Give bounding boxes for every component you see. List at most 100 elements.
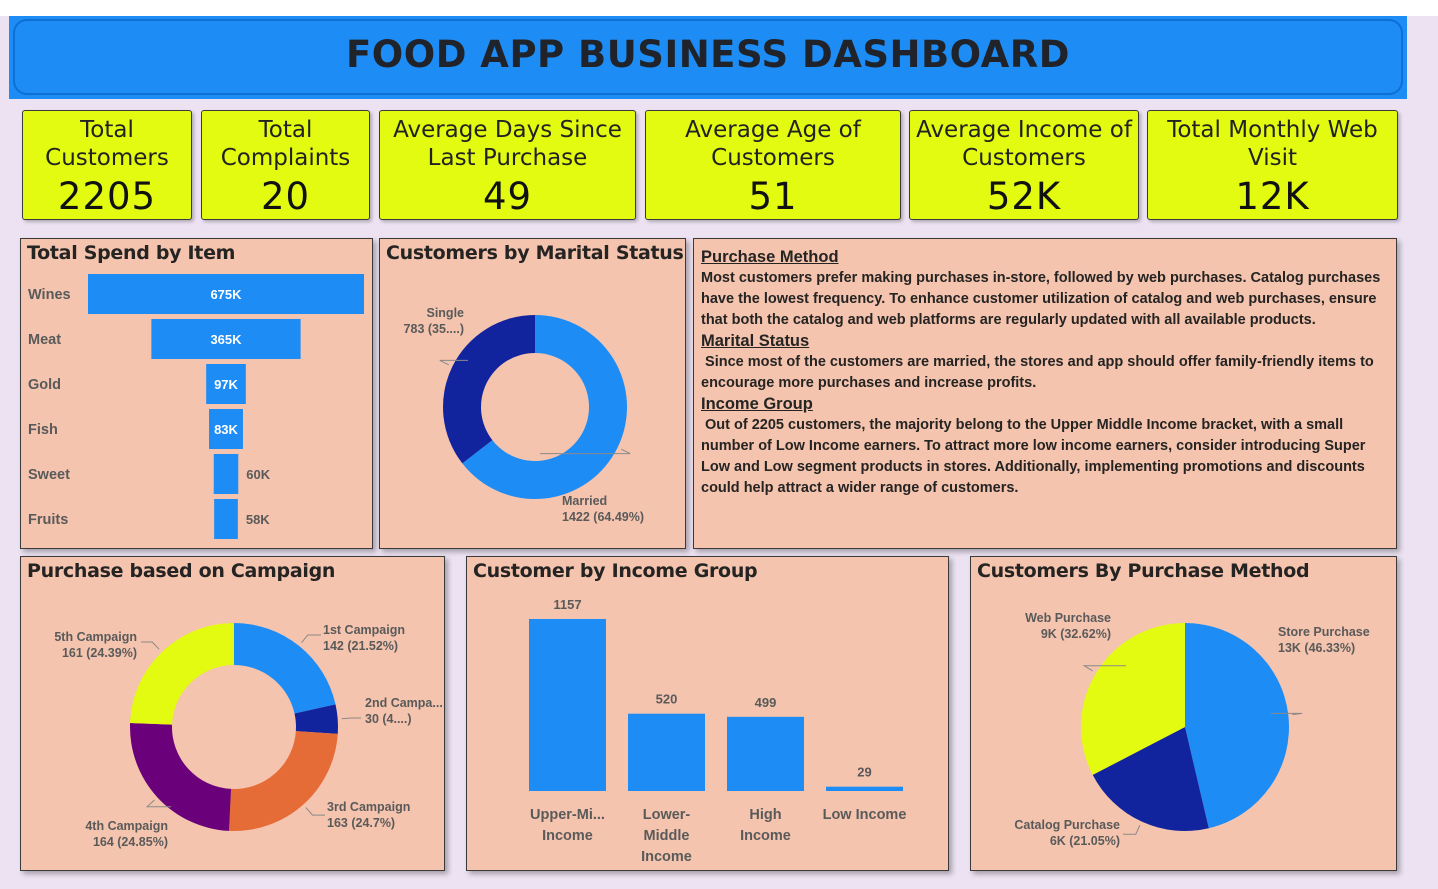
income-category-label: Low Income: [823, 807, 907, 823]
slice-value-label: 163 (24.7%): [327, 816, 395, 830]
spend-value-label: 97K: [214, 377, 238, 392]
heading-purchase-method: Purchase Method: [701, 248, 839, 266]
kpi-label: Average Income of Customers: [916, 117, 1132, 171]
income-category-label: Lower-: [643, 807, 691, 823]
slice-label: 1st Campaign: [323, 623, 405, 637]
leader-line: [301, 634, 321, 644]
spend-category-label: Sweet: [28, 467, 70, 483]
spend-value-label: 365K: [210, 332, 242, 347]
slice-value-label: 142 (21.52%): [323, 639, 398, 653]
purchase-method-chart: Store Purchase 13K (46.33%) Catalog Purcha…: [1014, 611, 1370, 848]
kpi-card-avg-age[interactable]: Average Age of Customers 51: [645, 110, 901, 220]
spend-bar: [213, 454, 239, 494]
kpi-value: 51: [748, 175, 798, 218]
slice-label: 4th Campaign: [85, 819, 168, 833]
slice-label: 3rd Campaign: [327, 800, 410, 814]
leader-line: [1123, 824, 1141, 835]
kpi-card-avg-days-since-purchase[interactable]: Average Days Since Last Purchase 49: [379, 110, 636, 220]
title-banner: FOOD APP BUSINESS DASHBOARD: [9, 16, 1407, 99]
kpi-card-total-complaints[interactable]: Total Complaints 20: [201, 110, 370, 220]
slice-value-label: 13K (46.33%): [1278, 641, 1355, 655]
pie-slice: [130, 623, 234, 725]
pie-slice: [130, 723, 232, 831]
kpi-label: Total Customers: [45, 117, 169, 171]
title-banner-inner: FOOD APP BUSINESS DASHBOARD: [13, 19, 1403, 95]
slice-label: 5th Campaign: [54, 630, 137, 644]
text-income-group: Out of 2205 customers, the majority belo…: [701, 417, 1370, 496]
panel-marital-status[interactable]: Customers by Marital Status Married 1422 …: [379, 238, 686, 549]
leader-line: [341, 717, 361, 720]
insights-text: Purchase Method Most customers prefer ma…: [701, 247, 1390, 499]
income-category-label: Income: [641, 849, 692, 865]
heading-income-group: Income Group: [701, 395, 813, 413]
spend-value-label: 60K: [246, 467, 270, 482]
page-title: FOOD APP BUSINESS DASHBOARD: [346, 33, 1070, 76]
pie-slice: [443, 315, 535, 464]
kpi-card-monthly-web-visit[interactable]: Total Monthly Web Visit 12K: [1147, 110, 1398, 220]
campaign-chart: 1st Campaign 142 (21.52%) 2nd Campa... 30 (…: [54, 623, 443, 849]
income-value-label: 1157: [553, 597, 581, 612]
income-category-label: Income: [740, 828, 791, 844]
kpi-label: Average Days Since Last Purchase: [393, 117, 622, 171]
pie-slice: [234, 623, 336, 714]
spend-value-label: 83K: [214, 422, 238, 437]
slice-label: Store Purchase: [1278, 625, 1370, 639]
spend-category-label: Meat: [28, 332, 61, 348]
kpi-card-total-customers[interactable]: Total Customers 2205: [22, 110, 192, 220]
leader-line: [141, 641, 160, 650]
panel-income-group[interactable]: Customer by Income Group 1157 Upper-Mi...…: [466, 556, 949, 871]
kpi-value: 49: [482, 175, 533, 218]
slice-label: Catalog Purchase: [1014, 818, 1120, 832]
income-category-label: Upper-Mi...: [530, 807, 605, 823]
top-strip: [0, 0, 1438, 16]
kpi-card-avg-income[interactable]: Average Income of Customers 52K: [909, 110, 1139, 220]
kpi-label: Total Monthly Web Visit: [1167, 117, 1378, 171]
income-bar: [727, 716, 804, 791]
spend-category-label: Fruits: [28, 512, 68, 528]
slice-label: Single: [426, 306, 464, 320]
income-value-label: 499: [755, 695, 777, 710]
slice-value-label: 783 (35....): [404, 322, 464, 336]
pie-slice: [229, 731, 338, 831]
income-bar: [529, 619, 606, 791]
marital-chart: Married 1422 (64.49%) Single 783 (35....): [404, 306, 644, 524]
spend-category-label: Fish: [28, 422, 58, 438]
income-category-label: Income: [542, 828, 593, 844]
income-value-label: 29: [857, 765, 871, 780]
slice-value-label: 161 (24.39%): [62, 646, 137, 660]
income-category-label: High: [749, 807, 781, 823]
kpi-value: 2205: [57, 175, 157, 218]
panel-insights: Purchase Method Most customers prefer ma…: [693, 238, 1397, 549]
kpi-value: 20: [260, 175, 311, 218]
spend-category-label: Wines: [28, 287, 71, 303]
kpi-value: 12K: [1235, 175, 1310, 218]
slice-value-label: 9K (32.62%): [1041, 627, 1111, 641]
kpi-label: Total Complaints: [220, 117, 351, 171]
slice-value-label: 164 (24.85%): [93, 835, 168, 849]
spend-value-label: 58K: [246, 512, 270, 527]
income-chart: 1157 Upper-Mi... Income 520 Lower- Middle Inco…: [529, 597, 907, 865]
panel-campaign[interactable]: Purchase based on Campaign 1st Campaign 1…: [20, 556, 445, 871]
text-purchase-method: Most customers prefer making purchases i…: [701, 270, 1381, 328]
income-bar: [826, 786, 903, 791]
income-bar: [628, 713, 705, 791]
spend-bar: [214, 499, 238, 539]
slice-value-label: 30 (4....): [365, 712, 412, 726]
spend-category-label: Gold: [28, 377, 61, 393]
heading-marital-status: Marital Status: [701, 332, 810, 350]
kpi-label: Average Age of Customers: [685, 117, 861, 171]
kpi-value: 52K: [986, 175, 1062, 218]
income-category-label: Middle: [644, 828, 690, 844]
slice-value-label: 6K (21.05%): [1050, 834, 1120, 848]
slice-label: Married: [562, 494, 607, 508]
slice-value-label: 1422 (64.49%): [562, 510, 644, 524]
spend-chart: Wines 675K Meat 365K Gold 97K Fish 83K Sweet 60K F…: [28, 274, 364, 539]
slice-label: Web Purchase: [1025, 611, 1111, 625]
panel-total-spend[interactable]: Total Spend by Item Wines 675K Meat 365K Gol…: [20, 238, 373, 549]
text-marital-status: Since most of the customers are married,…: [701, 354, 1378, 391]
slice-label: 2nd Campa...: [365, 696, 443, 710]
leader-line: [305, 807, 325, 816]
spend-value-label: 675K: [210, 287, 242, 302]
panel-purchase-method[interactable]: Customers By Purchase Method Store Purch…: [970, 556, 1397, 871]
income-value-label: 520: [656, 692, 678, 707]
